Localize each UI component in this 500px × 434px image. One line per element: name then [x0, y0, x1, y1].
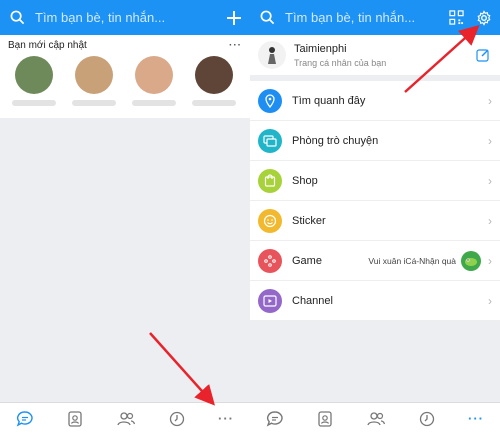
annotation-arrow-to-more	[149, 24, 480, 406]
